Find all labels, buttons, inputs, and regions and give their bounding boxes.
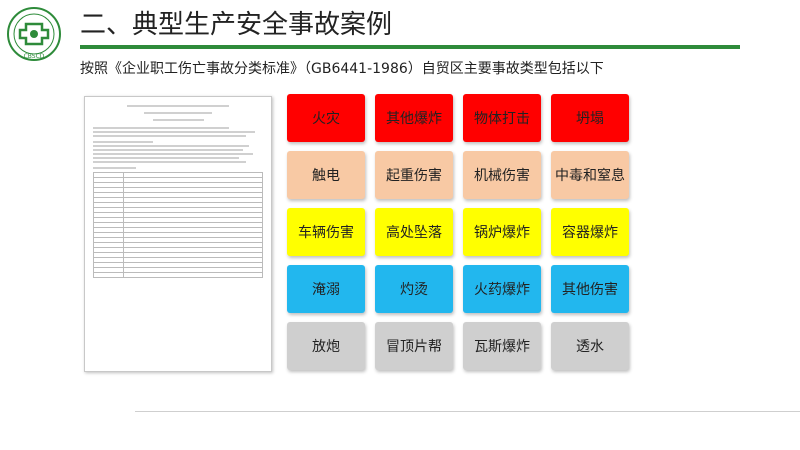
accident-type-cell: 放炮 [287,322,365,370]
accident-type-cell: 瓦斯爆炸 [463,322,541,370]
standard-document-thumbnail [84,96,272,372]
accident-type-cell: 火灾 [287,94,365,142]
accident-type-cell: 冒顶片帮 [375,322,453,370]
accident-type-cell: 中毒和窒息 [551,151,629,199]
bottom-divider [135,411,800,412]
accident-type-cell: 坍塌 [551,94,629,142]
subtitle: 按照《企业职工伤亡事故分类标准》（GB6441-1986）自贸区主要事故类型包括… [80,61,604,77]
accident-type-cell: 触电 [287,151,365,199]
accident-type-cell: 锅炉爆炸 [463,208,541,256]
title-divider [80,45,740,49]
document-table [92,172,263,278]
accident-type-cell: 其他伤害 [551,265,629,313]
company-logo: CBSCD [7,7,61,61]
accident-type-grid: 火灾 其他爆炸 物体打击 坍塌触电 起重伤害 机械伤害 中毒和窒息车辆伤害 高处坠落 锅炉爆炸容… [287,94,639,378]
accident-type-cell: 高处坠落 [375,208,453,256]
accident-type-cell: 起重伤害 [375,151,453,199]
accident-type-cell: 淹溺 [287,265,365,313]
page-title: 二、典型生产安全事故案例 [80,10,393,40]
accident-type-cell: 火药爆炸 [463,265,541,313]
logo-text: CBSCD [24,53,45,60]
accident-type-cell: 其他爆炸 [375,94,453,142]
accident-type-cell: 机械伤害 [463,151,541,199]
accident-type-cell: 容器爆炸 [551,208,629,256]
accident-type-cell: 透水 [551,322,629,370]
accident-type-cell: 物体打击 [463,94,541,142]
accident-type-cell: 车辆伤害 [287,208,365,256]
accident-type-cell: 灼烫 [375,265,453,313]
